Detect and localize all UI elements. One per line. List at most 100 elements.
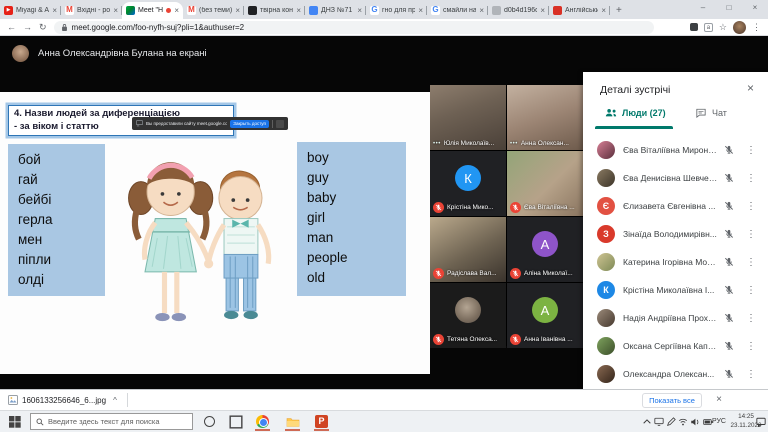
pen-tray-icon[interactable] bbox=[666, 417, 676, 427]
window-close-button[interactable]: × bbox=[742, 0, 768, 17]
forward-icon[interactable]: → bbox=[23, 22, 32, 32]
tab-google-search-2[interactable]: G смайли на у × bbox=[427, 2, 488, 19]
tab-image[interactable]: d0b4d196d × bbox=[488, 2, 549, 19]
maximize-button[interactable]: □ bbox=[716, 0, 742, 17]
hide-share-bar-button[interactable] bbox=[276, 120, 284, 128]
participant-menu-button[interactable]: ⋮ bbox=[746, 341, 756, 352]
url-field[interactable]: meet.google.com/foo-nyfh-suj?pli=1&authu… bbox=[54, 21, 654, 34]
bookmark-star-icon[interactable]: ☆ bbox=[719, 22, 727, 33]
tab-people[interactable]: Люди (27) bbox=[605, 108, 666, 118]
participant-menu-button[interactable]: ⋮ bbox=[746, 285, 756, 296]
tab-close-icon[interactable]: × bbox=[174, 6, 179, 15]
tab-title: смайли на у bbox=[443, 7, 476, 14]
tile-name: Аліна Миколаї... bbox=[524, 270, 573, 277]
tab-close-icon[interactable]: × bbox=[601, 6, 606, 15]
participant-menu-button[interactable]: ⋮ bbox=[746, 229, 756, 240]
word: baby bbox=[307, 188, 396, 208]
tab-youtube[interactable]: ▶ Miyagi & An × bbox=[0, 2, 61, 19]
video-tile[interactable]: А Аліна Миколаї... bbox=[507, 217, 583, 282]
taskbar-search[interactable] bbox=[30, 413, 193, 430]
video-tile[interactable]: Єва Віталіївна ... bbox=[507, 151, 583, 216]
gmail-icon: M bbox=[65, 6, 74, 15]
monitor-tray-icon[interactable] bbox=[654, 417, 664, 427]
translate-icon[interactable]: a bbox=[704, 23, 713, 32]
participant-menu-button[interactable]: ⋮ bbox=[746, 145, 756, 156]
tab-close-icon[interactable]: × bbox=[235, 6, 240, 15]
tab-site-dark[interactable]: твірна кону × bbox=[244, 2, 305, 19]
video-tile[interactable]: •••Юлія Миколаїв... bbox=[430, 85, 506, 150]
running-indicator bbox=[285, 429, 300, 431]
tab-close-icon[interactable]: × bbox=[52, 6, 57, 15]
panel-title: Деталі зустрічі bbox=[600, 84, 670, 96]
download-shelf: 1606133256646_6...jpg ^ Показать все × bbox=[0, 389, 768, 410]
participant-name: Оксана Сергіївна Капа... bbox=[623, 341, 718, 351]
video-tile[interactable]: •••Анна Олексан... bbox=[507, 85, 583, 150]
tab-close-icon[interactable]: × bbox=[540, 6, 545, 15]
participant-row: З Зінаїда Володимирівн... ⋮ bbox=[583, 220, 768, 248]
chrome-taskbar-icon[interactable] bbox=[256, 415, 269, 428]
participant-row: Надія Андріївна Прохо... ⋮ bbox=[583, 304, 768, 332]
extension-icon[interactable] bbox=[690, 23, 698, 31]
participant-menu-button[interactable]: ⋮ bbox=[746, 173, 756, 184]
reload-icon[interactable]: ↻ bbox=[39, 22, 47, 33]
tab-google-search-1[interactable]: G гно для про × bbox=[366, 2, 427, 19]
video-tile[interactable]: Тетяна Олекса... bbox=[430, 283, 506, 348]
cortana-button[interactable] bbox=[204, 416, 215, 427]
speaking-indicator-icon: ••• bbox=[510, 141, 518, 147]
mic-off-icon bbox=[724, 369, 734, 379]
profile-avatar[interactable] bbox=[733, 21, 746, 34]
tab-chat[interactable]: Чат bbox=[695, 108, 727, 118]
tile-name: Єва Віталіївна ... bbox=[524, 204, 575, 211]
video-tile[interactable]: Радіслава Вал... bbox=[430, 217, 506, 282]
start-button[interactable] bbox=[9, 416, 21, 428]
avatar: З bbox=[597, 225, 615, 243]
avatar bbox=[597, 253, 615, 271]
participant-menu-button[interactable]: ⋮ bbox=[746, 201, 756, 212]
tab-close-icon[interactable]: × bbox=[113, 6, 118, 15]
speaking-indicator-icon: ••• bbox=[433, 141, 441, 147]
hidden-icons-caret-icon[interactable] bbox=[642, 417, 652, 427]
video-tile-grid: •••Юлія Миколаїв... •••Анна Олексан... К… bbox=[430, 85, 583, 346]
tab-close-icon[interactable]: × bbox=[479, 6, 484, 15]
tab-close-icon[interactable]: × bbox=[296, 6, 301, 15]
shelf-close-icon[interactable]: × bbox=[716, 394, 722, 405]
site-icon bbox=[309, 6, 318, 15]
tab-meet-active[interactable]: Meet "Н × bbox=[122, 2, 183, 19]
window-controls: – □ × bbox=[690, 0, 768, 17]
back-icon[interactable]: ← bbox=[7, 22, 16, 32]
tab-close-icon[interactable]: × bbox=[418, 6, 423, 15]
action-center-icon[interactable] bbox=[756, 417, 766, 427]
file-explorer-icon[interactable] bbox=[286, 415, 300, 429]
show-all-downloads-button[interactable]: Показать все bbox=[642, 393, 702, 408]
video-tile[interactable]: А Анна Іванівна ... bbox=[507, 283, 583, 348]
minimize-button[interactable]: – bbox=[690, 0, 716, 17]
mic-muted-badge bbox=[433, 202, 444, 213]
task-view-button[interactable] bbox=[229, 415, 243, 429]
download-item[interactable]: 1606133256646_6...jpg ^ bbox=[8, 395, 117, 405]
gmail-icon: M bbox=[187, 6, 196, 15]
participant-menu-button[interactable]: ⋮ bbox=[746, 369, 756, 380]
tile-name: Радіслава Вал... bbox=[447, 270, 497, 277]
mic-off-icon bbox=[724, 313, 734, 323]
video-tile[interactable]: К Крістіна Мико... bbox=[430, 151, 506, 216]
word: мен bbox=[18, 230, 95, 250]
word: people bbox=[307, 248, 396, 268]
panel-close-icon[interactable]: × bbox=[747, 81, 754, 95]
participant-list: Єва Віталіївна Миронюк ⋮ Єва Денисівна Ш… bbox=[583, 136, 768, 416]
tab-dnz71[interactable]: ДНЗ №71 × bbox=[305, 2, 366, 19]
stop-sharing-button[interactable]: Закрыть доступ bbox=[230, 120, 269, 128]
tab-english[interactable]: Англійськи × bbox=[549, 2, 610, 19]
search-input[interactable] bbox=[48, 417, 187, 426]
tab-close-icon[interactable]: × bbox=[357, 6, 362, 15]
download-menu-caret-icon[interactable]: ^ bbox=[113, 396, 117, 405]
new-tab-button[interactable]: + bbox=[616, 5, 622, 16]
powerpoint-icon[interactable]: P bbox=[315, 415, 328, 428]
tab-gmail-inbox[interactable]: M Вхідні - pom × bbox=[61, 2, 122, 19]
participant-menu-button[interactable]: ⋮ bbox=[746, 257, 756, 268]
language-indicator[interactable]: РУС bbox=[712, 418, 726, 425]
tab-gmail-draft[interactable]: M (без теми) × bbox=[183, 2, 244, 19]
browser-menu-icon[interactable]: ⋮ bbox=[752, 22, 761, 33]
wifi-icon[interactable] bbox=[678, 417, 688, 427]
participant-menu-button[interactable]: ⋮ bbox=[746, 313, 756, 324]
volume-icon[interactable] bbox=[690, 417, 700, 427]
